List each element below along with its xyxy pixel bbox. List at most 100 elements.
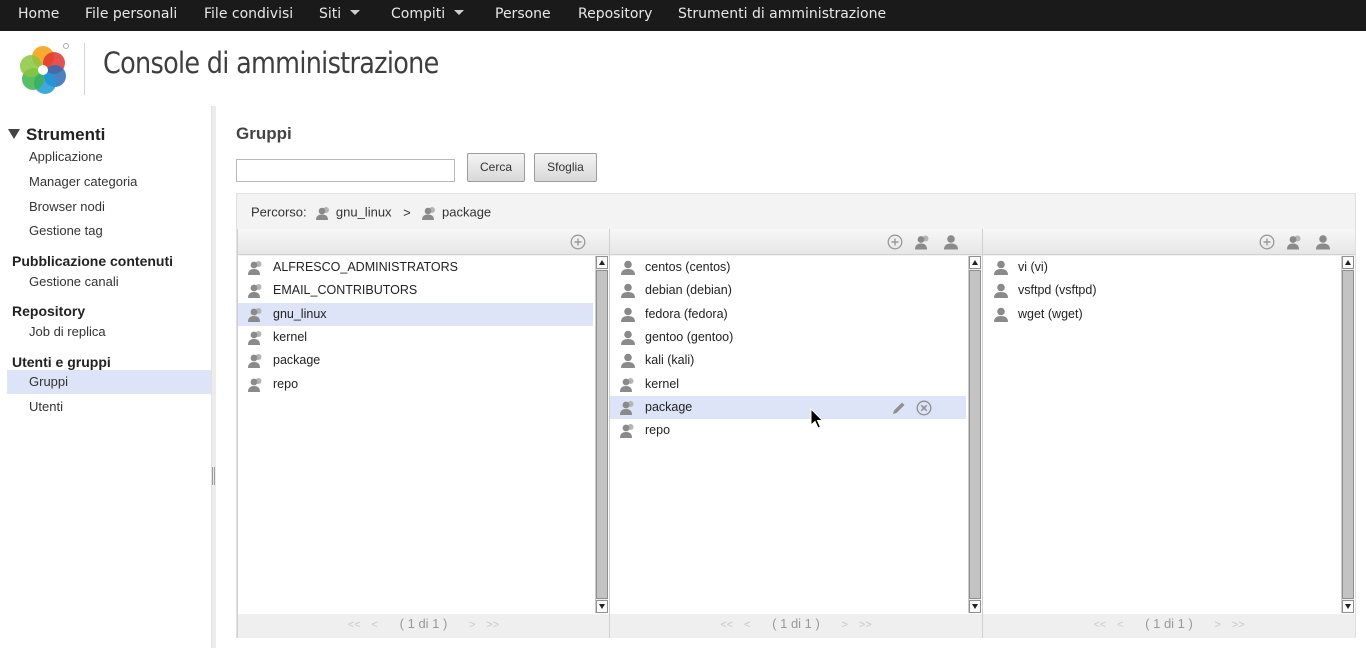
list-item-group[interactable]: package [238,349,593,372]
user-icon [994,307,1008,322]
item-label: centos (centos) [645,260,731,274]
sidebar-item-replication-jobs[interactable]: Job di replica [7,320,211,344]
pager-report: ( 1 di 1 ) [1145,616,1193,631]
breadcrumb-item-gnu-linux[interactable]: gnu_linux [336,205,392,220]
scroll-down-arrow[interactable] [596,600,608,613]
list-item-group-selected[interactable]: gnu_linux [238,303,593,326]
group-icon [620,378,634,392]
splitter-handle[interactable] [212,467,215,485]
nav-admin-tools[interactable]: Strumenti di amministrazione [678,0,886,31]
sidebar-splitter[interactable] [211,106,216,648]
scroll-up-arrow[interactable] [969,256,981,269]
list-item-group[interactable]: repo [238,373,593,396]
nav-home[interactable]: Home [18,0,59,31]
nav-my-files[interactable]: File personali [85,0,177,31]
list-item-group[interactable]: kernel [610,373,966,396]
list-item-user[interactable]: fedora (fedora) [610,303,966,326]
vertical-scrollbar[interactable] [1341,256,1354,613]
user-icon [994,260,1008,275]
nav-people[interactable]: Persone [495,0,551,31]
list-item-group[interactable]: EMAIL_CONTRIBUTORS [238,279,593,302]
nav-tasks-label: Compiti [391,6,446,22]
list-item-user[interactable]: debian (debian) [610,279,966,302]
list-item-user[interactable]: gentoo (gentoo) [610,326,966,349]
nav-tasks[interactable]: Compiti [391,0,465,31]
mouse-cursor-icon [810,408,824,429]
add-user-icon[interactable] [943,234,959,250]
group-icon [248,284,262,298]
sidebar-item-groups[interactable]: Gruppi [7,370,211,394]
pager-prev[interactable]: < [372,619,378,631]
pager-first[interactable]: << [1093,619,1106,631]
remove-circle-icon[interactable] [916,400,932,416]
list-item-user[interactable]: kali (kali) [610,349,966,372]
list-item-user[interactable]: wget (wget) [983,303,1339,326]
item-label: vi (vi) [1018,260,1048,274]
sidebar-item-users[interactable]: Utenti [7,395,211,419]
sidebar-item-category-manager[interactable]: Manager categoria [7,170,211,194]
column-list: centos (centos) debian (debian) fedora (… [610,256,982,614]
search-button[interactable]: Cerca [467,153,525,182]
pager-report: ( 1 di 1 ) [399,616,448,631]
list-item-user[interactable]: vi (vi) [983,256,1339,279]
list-item-group[interactable]: ALFRESCO_ADMINISTRATORS [238,256,593,279]
pager-next[interactable]: > [469,619,475,631]
vertical-scrollbar[interactable] [595,256,608,613]
pager-last[interactable]: >> [859,619,872,631]
add-circle-icon[interactable] [570,234,586,250]
scroll-up-arrow[interactable] [1342,256,1354,269]
alfresco-logo[interactable] [16,42,72,96]
add-circle-icon[interactable] [1259,234,1275,250]
sidebar-item-application[interactable]: Applicazione [7,145,211,169]
add-circle-icon[interactable] [887,234,903,250]
chevron-down-icon [454,10,465,15]
add-group-icon[interactable] [1287,234,1303,250]
sidebar-section-repository: Repository [12,303,86,319]
pager-first[interactable]: << [720,619,733,631]
scroll-down-arrow[interactable] [1342,600,1354,613]
pager-prev[interactable]: < [1117,619,1123,631]
item-label: vsftpd (vsftpd) [1018,283,1097,297]
user-icon [621,283,635,298]
sidebar-tools-toggle[interactable]: Strumenti [8,125,105,145]
pager-last[interactable]: >> [1232,619,1245,631]
group-column-3: vi (vi) vsftpd (vsftpd) wget (wget) << <… [982,229,1355,638]
pager-next[interactable]: > [1215,619,1221,631]
item-label: kernel [273,330,308,344]
nav-repository[interactable]: Repository [578,0,652,31]
scroll-thumb[interactable] [596,270,608,599]
scroll-down-arrow[interactable] [969,600,981,613]
browse-button[interactable]: Sfoglia [534,153,597,182]
breadcrumb-item-package[interactable]: package [442,205,491,220]
item-label: debian (debian) [645,283,732,297]
pager-next[interactable]: > [842,619,848,631]
sidebar-item-node-browser[interactable]: Browser nodi [7,195,211,219]
pager-first[interactable]: << [348,619,361,631]
scroll-thumb[interactable] [969,270,981,599]
list-item-user[interactable]: centos (centos) [610,256,966,279]
list-item-group[interactable]: repo [610,419,966,442]
edit-pencil-icon[interactable] [891,400,907,416]
item-label: package [273,353,321,367]
pager-last[interactable]: >> [486,619,499,631]
list-item-group-selected[interactable]: package [610,396,966,419]
nav-sites-label: Siti [319,6,342,22]
sidebar-item-tag-manager[interactable]: Gestione tag [7,219,211,243]
sidebar-section-users-groups: Utenti e gruppi [12,354,111,370]
scroll-up-arrow[interactable] [596,256,608,269]
item-label: repo [273,377,299,391]
vertical-scrollbar[interactable] [968,256,981,613]
group-search-input[interactable] [236,159,455,182]
group-icon [422,206,436,220]
nav-sites[interactable]: Siti [319,0,361,31]
sidebar-item-channel-manager[interactable]: Gestione canali [7,270,211,294]
scroll-thumb[interactable] [1342,270,1354,599]
add-user-icon[interactable] [1315,234,1331,250]
pager-prev[interactable]: < [744,619,750,631]
list-item-user[interactable]: vsftpd (vsftpd) [983,279,1339,302]
list-item-group[interactable]: kernel [238,326,593,349]
page-title: Console di amministrazione [103,46,439,80]
add-group-icon[interactable] [915,234,931,250]
column-header [238,229,609,255]
nav-shared-files[interactable]: File condivisi [204,0,293,31]
